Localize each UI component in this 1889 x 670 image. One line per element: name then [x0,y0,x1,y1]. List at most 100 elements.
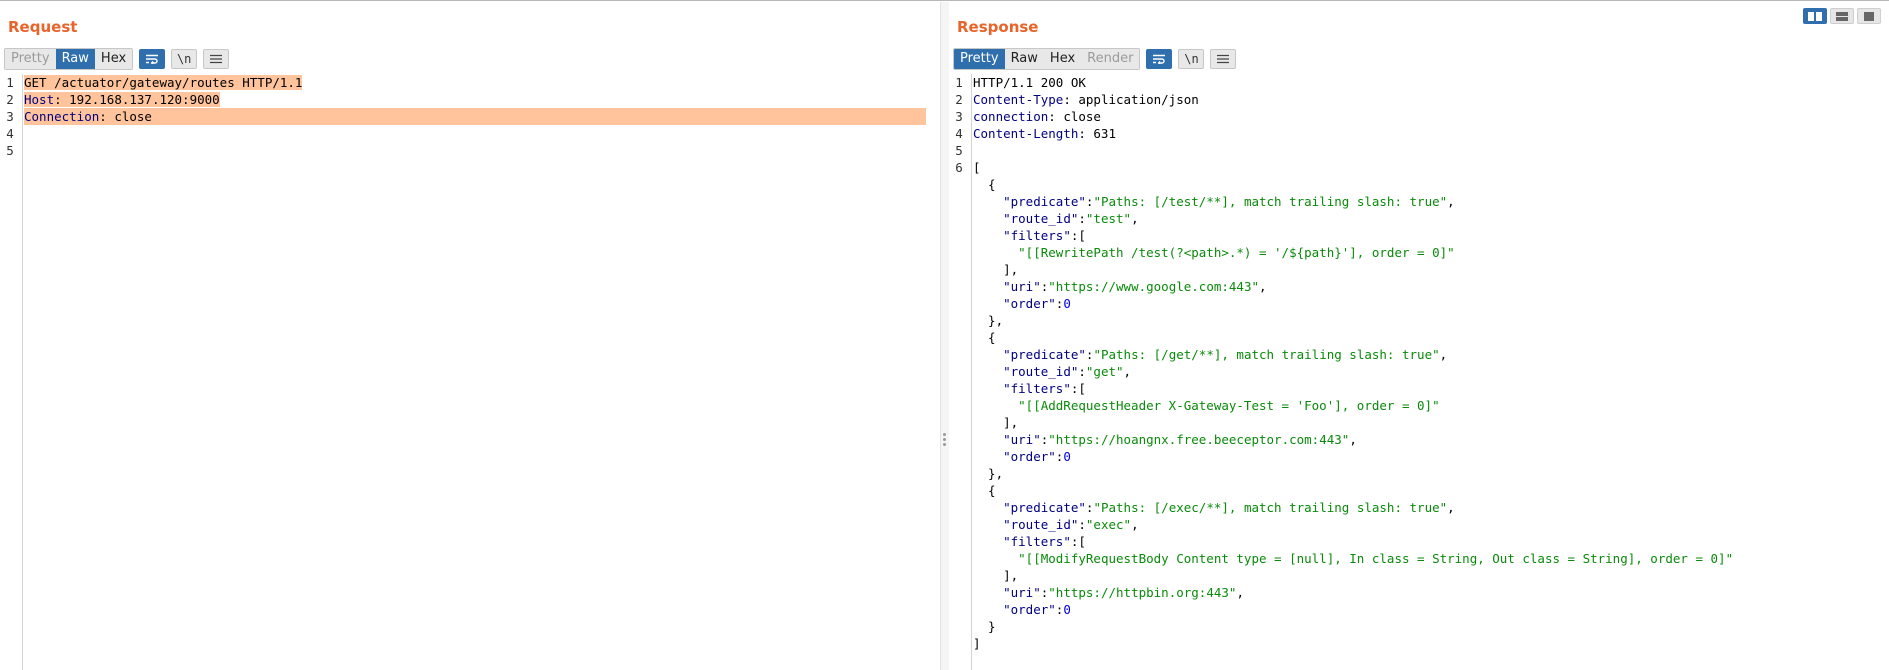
response-line: "order":0 [949,448,1889,465]
code-token: 0 [1063,602,1071,617]
line-number: 3 [6,109,14,124]
line-code: "route_id":"get", [973,363,1889,380]
line-code: "filters":[ [973,227,1889,244]
line-code: "route_id":"test", [973,210,1889,227]
line-code: "filters":[ [973,533,1889,550]
word-wrap-icon[interactable] [139,49,166,69]
line-code: HTTP/1.1 200 OK [973,74,1889,91]
code-token: , [1447,500,1455,515]
code-token: : [1078,517,1086,532]
response-pane: Response Pretty Raw Hex Render \n 1 HTTP/… [949,2,1889,670]
code-token: "get" [1085,364,1124,379]
response-line: ] [949,635,1889,652]
code-token: "exec" [1085,517,1132,532]
request-pane: Request Pretty Raw Hex \n 1 GET /actuator… [0,2,940,670]
line-code: [ [973,159,1889,176]
hamburger-menu-icon[interactable] [203,49,230,69]
code-token: "route_id" [1003,211,1079,226]
request-title: Request [8,18,78,36]
request-view-tabs: Pretty Raw Hex [4,48,134,70]
request-tab-hex[interactable]: Hex [94,49,133,69]
request-line: 1 GET /actuator/gateway/routes HTTP/1.1 [0,74,940,91]
response-line: "uri":"https://httpbin.org:443", [949,584,1889,601]
line-code: "filters":[ [973,380,1889,397]
response-line: "order":0 [949,295,1889,312]
response-line: { [949,176,1889,193]
code-token: "filters" [1003,534,1071,549]
code-token: , [1349,432,1357,447]
code-token: :[ [1070,534,1086,549]
response-line: ], [949,261,1889,278]
response-tab-raw[interactable]: Raw [1004,49,1044,69]
code-token: : [1078,211,1086,226]
code-token: : 631 [1078,126,1116,141]
code-token: "filters" [1003,228,1071,243]
line-code: ], [973,261,1889,278]
line-code: "predicate":"Paths: [/exec/**], match tr… [973,499,1889,516]
code-token: } [973,619,996,634]
code-token: ], [973,262,1019,277]
line-code: "order":0 [973,601,1889,618]
code-token: Content-Type [973,92,1064,107]
code-token: ], [973,415,1019,430]
line-code: "uri":"https://www.google.com:443", [973,278,1889,295]
hamburger-menu-icon[interactable] [1210,49,1237,69]
code-token: , [1259,279,1267,294]
code-token: 0 [1063,296,1071,311]
line-number: 1 [955,75,963,90]
code-token: "order" [1003,602,1056,617]
code-token: , [1131,517,1139,532]
code-token: Connection [24,109,100,124]
code-token: , [1236,585,1244,600]
code-token: : 192.168.137.120:9000 [54,92,220,107]
request-line-gutter [0,74,23,670]
code-token: "order" [1003,296,1056,311]
code-token: "Paths: [/get/**], match trailing slash:… [1093,347,1440,362]
code-token: : application/json [1063,92,1199,107]
response-tab-hex[interactable]: Hex [1043,49,1082,69]
response-line: "uri":"https://www.google.com:443", [949,278,1889,295]
request-tab-pretty[interactable]: Pretty [5,49,56,69]
drag-handle-icon[interactable] [943,433,946,448]
request-lines: 1 GET /actuator/gateway/routes HTTP/1.1 2 H… [0,74,940,159]
response-editor[interactable]: 1 HTTP/1.1 200 OK 2 Content-Type: applicati… [949,74,1889,670]
line-code: "[[ModifyRequestBody Content type = [nul… [973,550,1889,567]
line-number: 5 [6,143,14,158]
code-token: ], [973,568,1019,583]
code-token: Host [24,92,55,107]
line-code: "uri":"https://hoangnx.free.beeceptor.co… [973,431,1889,448]
code-token: "Paths: [/test/**], match trailing slash… [1093,194,1448,209]
response-tab-pretty[interactable]: Pretty [954,49,1005,69]
line-code: { [973,329,1889,346]
newline-toggle-button[interactable]: \n [171,49,198,69]
response-line: 1 HTTP/1.1 200 OK [949,74,1889,91]
request-editor[interactable]: 1 GET /actuator/gateway/routes HTTP/1.1 2 H… [0,74,940,670]
line-code: connection: close [973,108,1889,125]
line-number: 4 [6,126,14,141]
line-code: Content-Length: 631 [973,125,1889,142]
code-token: 0 [1063,449,1071,464]
line-number: 2 [955,92,963,107]
response-line: 5 [949,142,1889,159]
response-line: "route_id":"get", [949,363,1889,380]
code-token: }, [973,466,1004,481]
pane-divider[interactable] [940,2,949,670]
response-line: "uri":"https://hoangnx.free.beeceptor.co… [949,431,1889,448]
line-code: { [973,482,1889,499]
response-line: }, [949,312,1889,329]
word-wrap-icon[interactable] [1146,49,1173,69]
request-tab-raw[interactable]: Raw [55,49,95,69]
response-tab-render[interactable]: Render [1081,49,1140,69]
line-number: 3 [955,109,963,124]
request-line: 4 [0,125,940,142]
line-code: Content-Type: application/json [973,91,1889,108]
code-token: "uri" [1003,279,1041,294]
newline-toggle-button[interactable]: \n [1178,49,1205,69]
